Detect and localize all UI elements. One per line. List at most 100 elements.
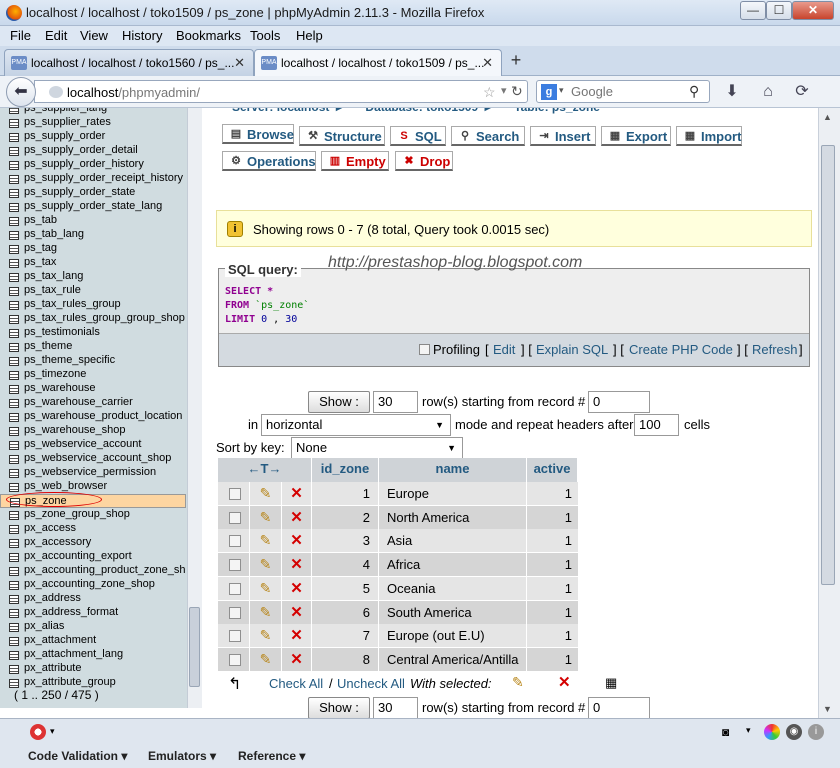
- tab-search[interactable]: ⚲ Search: [451, 126, 525, 146]
- table-icon[interactable]: [9, 553, 19, 562]
- table-icon[interactable]: [9, 203, 19, 212]
- sidebar-item-label[interactable]: ps_warehouse_product_location: [24, 410, 182, 423]
- sidebar-item-px-address[interactable]: px_address: [0, 592, 186, 606]
- sidebar-item-ps-warehouse-product-location[interactable]: ps_warehouse_product_location: [0, 410, 186, 424]
- start-record-input-bottom[interactable]: 0: [588, 697, 650, 719]
- browser-tab-2[interactable]: PMA localhost / localhost / toko1509 / p…: [254, 49, 502, 77]
- table-icon[interactable]: [9, 637, 19, 646]
- row-checkbox[interactable]: [229, 511, 241, 524]
- reload-icon[interactable]: ↻: [511, 83, 523, 100]
- table-icon[interactable]: [9, 161, 19, 170]
- sidebar-item-ps-tab[interactable]: ps_tab: [0, 214, 186, 228]
- tab-operations[interactable]: ⚙ Operations: [222, 151, 316, 171]
- scroll-down-icon[interactable]: ▼: [823, 704, 832, 714]
- table-icon[interactable]: [9, 665, 19, 674]
- edit-pencil-icon[interactable]: ✎: [260, 485, 272, 501]
- sidebar-item-ps-timezone[interactable]: ps_timezone: [0, 368, 186, 382]
- sidebar-scrollbar-thumb[interactable]: [189, 607, 200, 687]
- new-tab-button[interactable]: +: [503, 50, 529, 72]
- column-header-id-zone[interactable]: id_zone: [312, 458, 379, 482]
- table-row[interactable]: ✎ ✕ 1 Europe 1: [218, 482, 578, 505]
- color-picker-icon[interactable]: [764, 724, 780, 740]
- camera-icon[interactable]: ◙: [722, 725, 729, 739]
- sidebar-item-label[interactable]: ps_supply_order_detail: [24, 144, 138, 157]
- sidebar-item-label[interactable]: px_attachment: [24, 634, 96, 647]
- sidebar-item-label[interactable]: px_address: [24, 592, 81, 605]
- sidebar-item-label[interactable]: px_access: [24, 522, 76, 535]
- table-icon[interactable]: [9, 609, 19, 618]
- table-icon[interactable]: [9, 679, 19, 688]
- scroll-up-icon[interactable]: ▲: [823, 112, 832, 122]
- sidebar-item-ps-warehouse[interactable]: ps_warehouse: [0, 382, 186, 396]
- table-icon[interactable]: [9, 175, 19, 184]
- table-icon[interactable]: [9, 357, 19, 366]
- sidebar-item-label[interactable]: ps_theme: [24, 340, 72, 353]
- sidebar-item-label[interactable]: ps_warehouse_shop: [24, 424, 126, 437]
- search-engine-dropdown-icon[interactable]: ▾: [559, 85, 564, 96]
- sidebar-item-label[interactable]: px_accessory: [24, 536, 91, 549]
- sort-by-key-select[interactable]: None ▼: [291, 437, 463, 459]
- sidebar-item-ps-theme-specific[interactable]: ps_theme_specific: [0, 354, 186, 368]
- sidebar-item-px-access[interactable]: px_access: [0, 522, 186, 536]
- profiling-checkbox[interactable]: [419, 344, 430, 355]
- table-icon[interactable]: [9, 581, 19, 590]
- sidebar-item-ps-supply-order[interactable]: ps_supply_order: [0, 130, 186, 144]
- menu-edit[interactable]: Edit: [45, 28, 67, 43]
- menu-help[interactable]: Help: [296, 28, 323, 43]
- table-row[interactable]: ✎ ✕ 3 Asia 1: [218, 529, 578, 553]
- sidebar-item-ps-tab-lang[interactable]: ps_tab_lang: [0, 228, 186, 242]
- sidebar-item-ps-tax[interactable]: ps_tax: [0, 256, 186, 270]
- show-button[interactable]: Show :: [308, 391, 370, 413]
- sidebar-item-label[interactable]: ps_supply_order: [24, 130, 105, 143]
- sidebar-item-ps-tag[interactable]: ps_tag: [0, 242, 186, 256]
- sidebar-item-label[interactable]: px_attachment_lang: [24, 648, 123, 661]
- sidebar-item-px-address-format[interactable]: px_address_format: [0, 606, 186, 620]
- sidebar-item-label[interactable]: ps_zone_group_shop: [24, 508, 130, 521]
- table-icon[interactable]: [9, 329, 19, 338]
- sidebar-item-label[interactable]: px_address_format: [24, 606, 118, 619]
- table-icon[interactable]: [9, 273, 19, 282]
- sidebar-item-label[interactable]: ps_supply_order_state: [24, 186, 135, 199]
- edit-pencil-icon[interactable]: ✎: [260, 580, 272, 596]
- table-row[interactable]: ✎ ✕ 2 North America 1: [218, 505, 578, 529]
- table-icon[interactable]: [9, 301, 19, 310]
- sidebar-item-label[interactable]: px_accounting_zone_shop: [24, 578, 155, 591]
- table-icon[interactable]: [9, 427, 19, 436]
- reference-menu[interactable]: Reference ▾: [238, 749, 305, 763]
- tab-browse[interactable]: ▤ Browse: [222, 124, 294, 144]
- code-validation-menu[interactable]: Code Validation ▾: [28, 749, 127, 763]
- delete-icon[interactable]: ✕: [290, 627, 303, 644]
- url-bar[interactable]: localhost/phpmyadmin/ ☆ ▾ ↻: [34, 80, 528, 103]
- table-icon[interactable]: [9, 217, 19, 226]
- sidebar-item-label[interactable]: ps_supply_order_state_lang: [24, 200, 162, 213]
- sidebar-pager[interactable]: ( 1 .. 250 / 475 ): [14, 688, 99, 702]
- row-checkbox[interactable]: [229, 582, 241, 595]
- sidebar-item-label[interactable]: ps_webservice_permission: [24, 466, 156, 479]
- sidebar-item-label[interactable]: px_alias: [24, 620, 64, 633]
- tab-insert[interactable]: ⇥ Insert: [530, 126, 596, 146]
- tab-sql[interactable]: S SQL: [390, 126, 446, 146]
- sidebar-item-label[interactable]: ps_supplier_rates: [24, 116, 111, 129]
- row-checkbox[interactable]: [229, 559, 241, 572]
- sidebar-item-label[interactable]: ps_warehouse: [24, 382, 96, 395]
- search-input[interactable]: [571, 84, 681, 99]
- sidebar-item-label[interactable]: ps_tax_rules_group: [24, 298, 121, 311]
- edit-pencil-icon[interactable]: ✎: [260, 509, 272, 525]
- sidebar-item-ps-warehouse-carrier[interactable]: ps_warehouse_carrier: [0, 396, 186, 410]
- create-php-code-link[interactable]: Create PHP Code: [629, 342, 733, 357]
- table-icon[interactable]: [9, 539, 19, 548]
- menu-file[interactable]: File: [10, 28, 31, 43]
- sidebar-item-ps-testimonials[interactable]: ps_testimonials: [0, 326, 186, 340]
- edit-link[interactable]: Edit: [493, 342, 515, 357]
- browser-tab-1[interactable]: PMA localhost / localhost / toko1560 / p…: [4, 49, 254, 76]
- minimize-button[interactable]: —: [740, 1, 766, 20]
- main-scrollbar-thumb[interactable]: [821, 145, 835, 585]
- table-row[interactable]: ✎ ✕ 4 Africa 1: [218, 553, 578, 577]
- sidebar-item-ps-supply-order-history[interactable]: ps_supply_order_history: [0, 158, 186, 172]
- explain-sql-link[interactable]: Explain SQL: [536, 342, 608, 357]
- table-icon[interactable]: [9, 651, 19, 660]
- addon-icon[interactable]: ⟳: [792, 82, 812, 102]
- target-icon[interactable]: ◉: [786, 724, 802, 740]
- table-icon[interactable]: [9, 413, 19, 422]
- column-arrows-header[interactable]: ←T→: [218, 458, 312, 482]
